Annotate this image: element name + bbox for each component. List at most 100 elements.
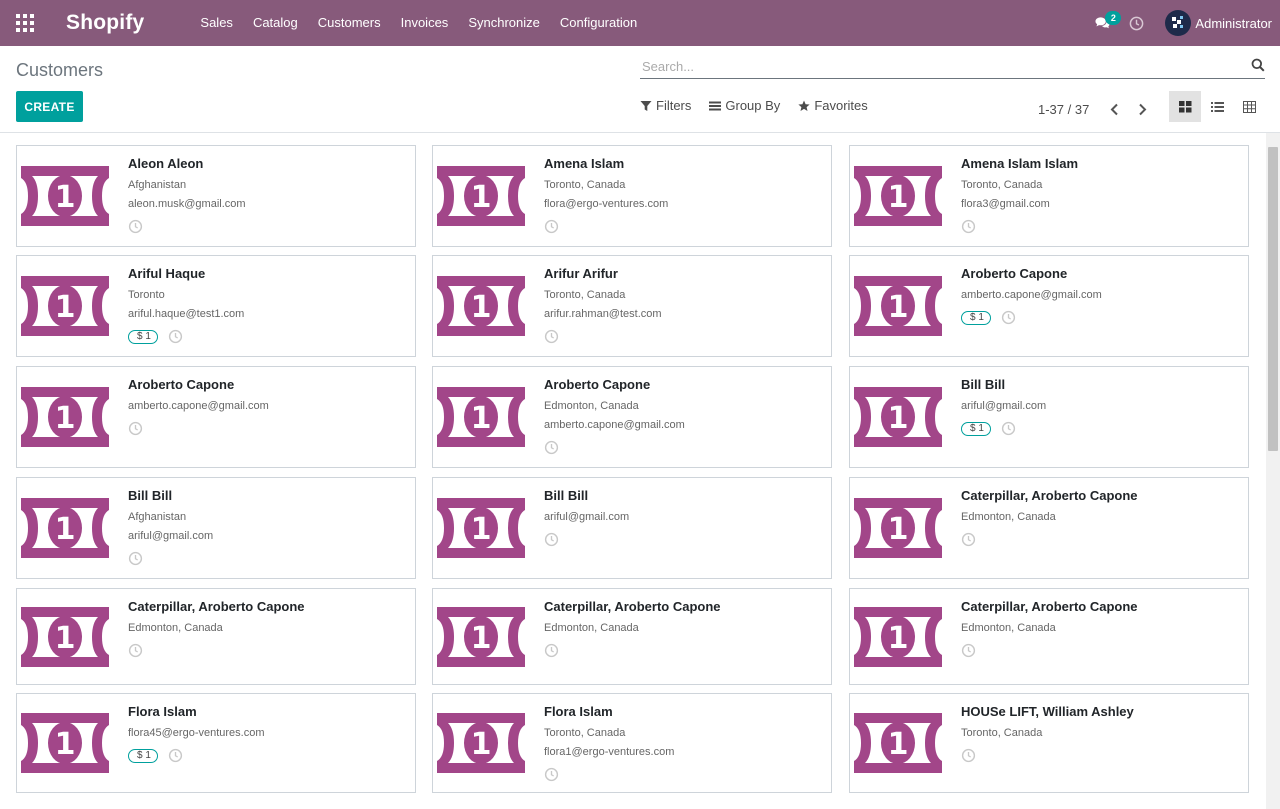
menu-item-customers[interactable]: Customers: [308, 0, 391, 46]
filter-icon: [640, 100, 652, 111]
activity-clock-icon[interactable]: [961, 219, 976, 234]
user-menu[interactable]: Administrator: [1165, 10, 1272, 36]
svg-text:1: 1: [471, 401, 492, 436]
svg-text:1: 1: [55, 727, 76, 762]
scrollbar-thumb[interactable]: [1268, 147, 1278, 451]
activity-clock-icon[interactable]: [544, 643, 559, 658]
customer-name: Bill Bill: [544, 488, 589, 503]
kanban-view-button[interactable]: [1169, 91, 1201, 122]
search-input[interactable]: [640, 55, 1240, 77]
customer-name: Aleon Aleon: [128, 156, 204, 171]
customer-detail: Edmonton, Canada: [961, 622, 1056, 634]
menu-item-sales[interactable]: Sales: [190, 0, 243, 46]
money-image-icon: 1: [434, 496, 528, 560]
customer-card[interactable]: 1 Caterpillar, Aroberto Capone Edmonton, C…: [849, 477, 1249, 579]
activity-clock-icon[interactable]: [168, 329, 183, 344]
customer-detail: Toronto, Canada: [961, 727, 1043, 739]
activity-clock-icon[interactable]: [128, 421, 143, 436]
kanban-icon: [1178, 100, 1191, 112]
create-button[interactable]: CREATE: [16, 91, 83, 122]
customer-detail: Toronto, Canada: [544, 727, 626, 739]
activity-clock-icon[interactable]: [544, 532, 559, 547]
activity-clock-icon[interactable]: [544, 767, 559, 782]
card-footer: [961, 532, 976, 547]
svg-text:1: 1: [888, 180, 909, 215]
activity-clock-icon[interactable]: [1001, 421, 1016, 436]
svg-text:1: 1: [55, 180, 76, 215]
table-icon: [1242, 100, 1256, 113]
customer-card[interactable]: 1 Aroberto Capone amberto.capone@gmail.com…: [849, 255, 1249, 357]
menu-item-invoices[interactable]: Invoices: [391, 0, 459, 46]
activity-clock-icon[interactable]: [128, 219, 143, 234]
activity-clock-icon[interactable]: [544, 219, 559, 234]
activity-button[interactable]: [1119, 0, 1153, 46]
pager-previous-button[interactable]: [1103, 98, 1125, 120]
control-panel: Customers CREATE Filters Group By Favori…: [0, 46, 1280, 133]
group-by-button[interactable]: Group By: [709, 98, 780, 113]
svg-text:1: 1: [471, 180, 492, 215]
customer-card[interactable]: 1 Aroberto Capone amberto.capone@gmail.com: [16, 366, 416, 468]
apps-menu-button[interactable]: [0, 0, 50, 46]
money-image-icon: 1: [18, 164, 112, 228]
systray: 2 Administrator: [1085, 0, 1280, 46]
activity-clock-icon[interactable]: [961, 643, 976, 658]
filters-button[interactable]: Filters: [640, 98, 691, 113]
svg-text:1: 1: [888, 621, 909, 656]
app-brand[interactable]: Shopify: [66, 11, 144, 35]
sale-count-tag[interactable]: $ 1: [128, 748, 158, 763]
card-footer: [961, 643, 976, 658]
menu-item-catalog[interactable]: Catalog: [243, 0, 308, 46]
list-view-button[interactable]: [1201, 91, 1233, 122]
customer-card[interactable]: 1 Amena Islam Toronto, Canada flora@ergo-ve…: [432, 145, 832, 247]
customer-card[interactable]: 1 Caterpillar, Aroberto Capone Edmonton, C…: [849, 588, 1249, 685]
customer-card[interactable]: 1 Ariful Haque Toronto ariful.haque@test1.c…: [16, 255, 416, 357]
pager-next-button[interactable]: [1131, 98, 1153, 120]
customer-card[interactable]: 1 Flora Islam flora45@ergo-ventures.com $ 1: [16, 693, 416, 793]
search-options: Filters Group By Favorites: [640, 98, 886, 113]
sale-count-tag[interactable]: $ 1: [961, 421, 991, 436]
sale-count-tag[interactable]: $ 1: [128, 329, 158, 344]
messaging-button[interactable]: 2: [1085, 0, 1122, 46]
money-image-icon: 1: [851, 496, 945, 560]
svg-text:1: 1: [888, 727, 909, 762]
customer-card[interactable]: 1 Bill Bill ariful@gmail.com: [432, 477, 832, 579]
customer-name: Aroberto Capone: [544, 377, 651, 392]
customer-name: Flora Islam: [544, 704, 613, 719]
search-icon[interactable]: [1251, 58, 1265, 72]
menu-item-synchronize[interactable]: Synchronize: [458, 0, 550, 46]
customer-card[interactable]: 1 Aroberto Capone Edmonton, Canada amberto.…: [432, 366, 832, 468]
pager-value[interactable]: 1-37 / 37: [1038, 102, 1089, 117]
customer-card[interactable]: 1 Amena Islam Islam Toronto, Canada flora3@…: [849, 145, 1249, 247]
activity-clock-icon[interactable]: [1001, 310, 1016, 325]
activity-clock-icon[interactable]: [128, 643, 143, 658]
sale-count-tag[interactable]: $ 1: [961, 310, 991, 325]
favorites-button[interactable]: Favorites: [798, 98, 868, 113]
customer-detail: ariful@gmail.com: [961, 400, 1047, 412]
customer-card[interactable]: 1 Caterpillar, Aroberto Capone Edmonton, C…: [432, 588, 832, 685]
customer-card[interactable]: 1 Arifur Arifur Toronto, Canada arifur.rahm…: [432, 255, 832, 357]
activity-clock-icon[interactable]: [544, 329, 559, 344]
customer-card[interactable]: 1 Aleon Aleon Afghanistan aleon.musk@gmail.…: [16, 145, 416, 247]
customer-card[interactable]: 1 Caterpillar, Aroberto Capone Edmonton, C…: [16, 588, 416, 685]
customer-name: Aroberto Capone: [961, 266, 1068, 281]
activity-clock-icon[interactable]: [168, 748, 183, 763]
customer-card[interactable]: 1 Bill Bill ariful@gmail.com $ 1: [849, 366, 1249, 468]
svg-text:1: 1: [55, 401, 76, 436]
svg-text:1: 1: [888, 401, 909, 436]
pivot-view-button[interactable]: [1233, 91, 1265, 122]
money-image-icon: 1: [851, 605, 945, 669]
top-navbar: Shopify Sales Catalog Customers Invoices…: [0, 0, 1280, 46]
money-image-icon: 1: [434, 274, 528, 338]
customer-name: Bill Bill: [961, 377, 1006, 392]
customer-card[interactable]: 1 HOUSe LIFT, William Ashley Toronto, Cana…: [849, 693, 1249, 793]
customer-detail: flora3@gmail.com: [961, 198, 1050, 210]
svg-text:1: 1: [888, 290, 909, 325]
customer-card[interactable]: 1 Flora Islam Toronto, Canada flora1@ergo-v…: [432, 693, 832, 793]
customer-card[interactable]: 1 Bill Bill Afghanistan ariful@gmail.com: [16, 477, 416, 579]
activity-clock-icon[interactable]: [544, 440, 559, 455]
menu-item-configuration[interactable]: Configuration: [550, 0, 647, 46]
activity-clock-icon[interactable]: [961, 748, 976, 763]
activity-clock-icon[interactable]: [128, 551, 143, 566]
customer-detail: ariful.haque@test1.com: [128, 308, 245, 320]
activity-clock-icon[interactable]: [961, 532, 976, 547]
